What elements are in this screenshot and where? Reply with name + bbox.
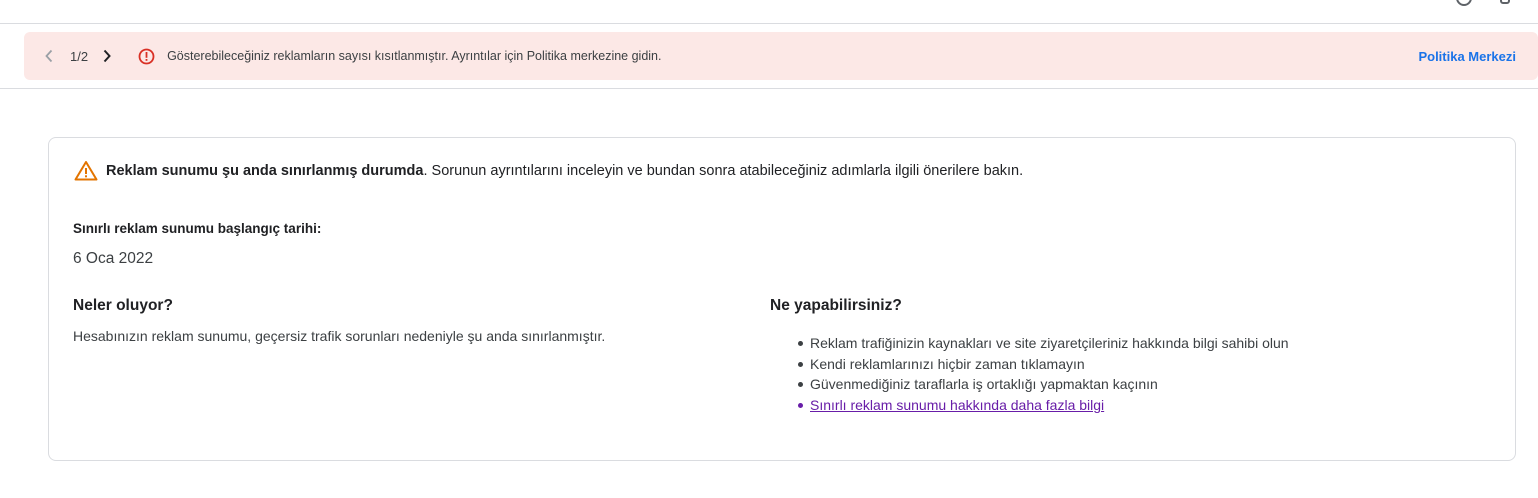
more-icon[interactable] xyxy=(1500,0,1510,4)
limited-serving-warning: Reklam sunumu şu anda sınırlanmış durumd… xyxy=(74,160,1023,181)
what-you-can-do-heading: Ne yapabilirsiniz? xyxy=(770,297,902,314)
chevron-right-icon xyxy=(103,49,111,63)
start-date-label: Sınırlı reklam sunumu başlangıç tarihi: xyxy=(73,221,322,236)
alert-pager: 1/2 xyxy=(70,48,89,64)
policy-alert-banner: 1/2 Gösterebileceğiniz reklamların sayıs… xyxy=(24,32,1538,80)
chevron-left-icon xyxy=(45,49,53,63)
list-item: Güvenmediğiniz taraflarla iş ortaklığı y… xyxy=(798,374,1289,395)
start-date-value: 6 Oca 2022 xyxy=(73,250,154,267)
previous-alert-button[interactable] xyxy=(38,45,60,67)
warning-title: Reklam sunumu şu anda sınırlanmış durumd… xyxy=(106,162,424,179)
warning-description: . Sorunun ayrıntılarını inceleyin ve bun… xyxy=(423,162,1024,179)
warning-triangle-icon xyxy=(74,160,98,181)
section-divider xyxy=(0,88,1538,89)
whats-happening-text: Hesabınızın reklam sunumu, geçersiz traf… xyxy=(73,328,606,344)
next-alert-button[interactable] xyxy=(96,45,118,67)
recommendations-list: Reklam trafiğinizin kaynakları ve site z… xyxy=(798,333,1289,416)
list-item: Kendi reklamlarınızı hiçbir zaman tıklam… xyxy=(798,354,1289,375)
list-item: Sınırlı reklam sunumu hakkında daha fazl… xyxy=(798,395,1289,416)
whats-happening-heading: Neler oluyor? xyxy=(73,297,173,314)
error-circle-icon xyxy=(138,48,155,65)
learn-more-link[interactable]: Sınırlı reklam sunumu hakkında daha fazl… xyxy=(810,397,1104,413)
policy-center-link[interactable]: Politika Merkezi xyxy=(1418,49,1516,64)
help-icon[interactable] xyxy=(1456,0,1472,6)
top-app-bar xyxy=(0,0,1538,24)
alert-message: Gösterebileceğiniz reklamların sayısı kı… xyxy=(167,49,662,63)
limited-ad-serving-card: Reklam sunumu şu anda sınırlanmış durumd… xyxy=(48,137,1516,461)
list-item: Reklam trafiğinizin kaynakları ve site z… xyxy=(798,333,1289,354)
